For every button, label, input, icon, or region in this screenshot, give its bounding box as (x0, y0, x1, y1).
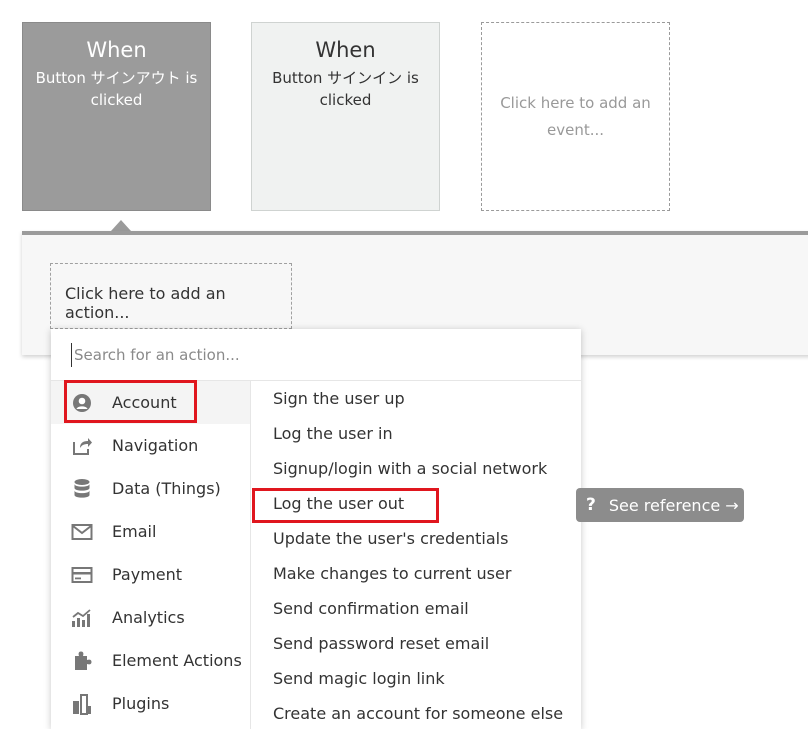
database-icon (71, 478, 93, 500)
category-label: Analytics (112, 608, 185, 627)
category-label: Email (112, 522, 157, 541)
action-label: Update the user's credentials (273, 529, 509, 548)
category-label: Account (112, 393, 177, 412)
category-data-things[interactable]: Data (Things) (51, 467, 250, 510)
category-label: Plugins (112, 694, 170, 713)
plugins-icon (71, 693, 93, 715)
puzzle-icon (71, 650, 93, 672)
event-card-signout[interactable]: When Button サインアウト is clicked (22, 22, 211, 211)
action-social-login[interactable]: Signup/login with a social network (251, 453, 581, 488)
action-label: Send confirmation email (273, 599, 469, 618)
see-reference-label: See reference → (608, 495, 739, 515)
category-analytics[interactable]: Analytics (51, 596, 250, 639)
add-event-button[interactable]: Click here to add an event... (481, 22, 670, 211)
action-send-confirmation-email[interactable]: Send confirmation email (251, 593, 581, 628)
account-icon (71, 392, 93, 414)
event-when-label: When (86, 38, 147, 62)
see-reference-button[interactable]: ? See reference → (576, 488, 744, 522)
category-plugins[interactable]: Plugins (51, 682, 250, 725)
analytics-icon (71, 607, 93, 629)
action-label: Send magic login link (273, 669, 445, 688)
action-picker-dropdown: Account Navigation Data (Things) Email P… (51, 329, 581, 729)
action-send-password-reset[interactable]: Send password reset email (251, 628, 581, 663)
navigation-icon (71, 435, 93, 457)
action-label: Signup/login with a social network (273, 459, 548, 478)
category-element-actions[interactable]: Element Actions (51, 639, 250, 682)
category-label: Element Actions (112, 651, 242, 670)
add-action-label: Click here to add an action... (65, 284, 226, 322)
action-label: Log the user in (273, 424, 393, 443)
category-email[interactable]: Email (51, 510, 250, 553)
category-payment[interactable]: Payment (51, 553, 250, 596)
help-icon: ? (586, 495, 596, 515)
event-description: Button サインアウト is clicked (35, 69, 198, 109)
action-label: Send password reset email (273, 634, 490, 653)
event-when-label: When (315, 38, 376, 62)
action-sign-up[interactable]: Sign the user up (251, 383, 581, 418)
action-label: Log the user out (273, 494, 405, 513)
add-event-label: Click here to add an event... (500, 93, 651, 139)
action-update-credentials[interactable]: Update the user's credentials (251, 523, 581, 558)
actions-list: Sign the user up Log the user in Signup/… (251, 381, 581, 729)
action-send-magic-login-link[interactable]: Send magic login link (251, 663, 581, 698)
category-label: Data (Things) (112, 479, 221, 498)
action-log-out[interactable]: Log the user out (251, 488, 581, 523)
category-navigation[interactable]: Navigation (51, 424, 250, 467)
action-label: Make changes to current user (273, 564, 512, 583)
category-label: Payment (112, 565, 183, 584)
add-action-button[interactable]: Click here to add an action... (50, 263, 292, 329)
action-search-input[interactable] (71, 343, 554, 367)
action-log-in[interactable]: Log the user in (251, 418, 581, 453)
credit-card-icon (71, 564, 93, 586)
action-search-row (51, 329, 581, 381)
action-make-changes-current-user[interactable]: Make changes to current user (251, 558, 581, 593)
action-categories: Account Navigation Data (Things) Email P… (51, 381, 251, 729)
email-icon (71, 521, 93, 543)
category-account[interactable]: Account (51, 381, 250, 424)
event-card-signin[interactable]: When Button サインイン is clicked (251, 22, 440, 211)
action-label: Sign the user up (273, 389, 405, 408)
selected-event-pointer (111, 220, 131, 231)
event-description: Button サインイン is clicked (272, 69, 419, 109)
category-label: Navigation (112, 436, 199, 455)
